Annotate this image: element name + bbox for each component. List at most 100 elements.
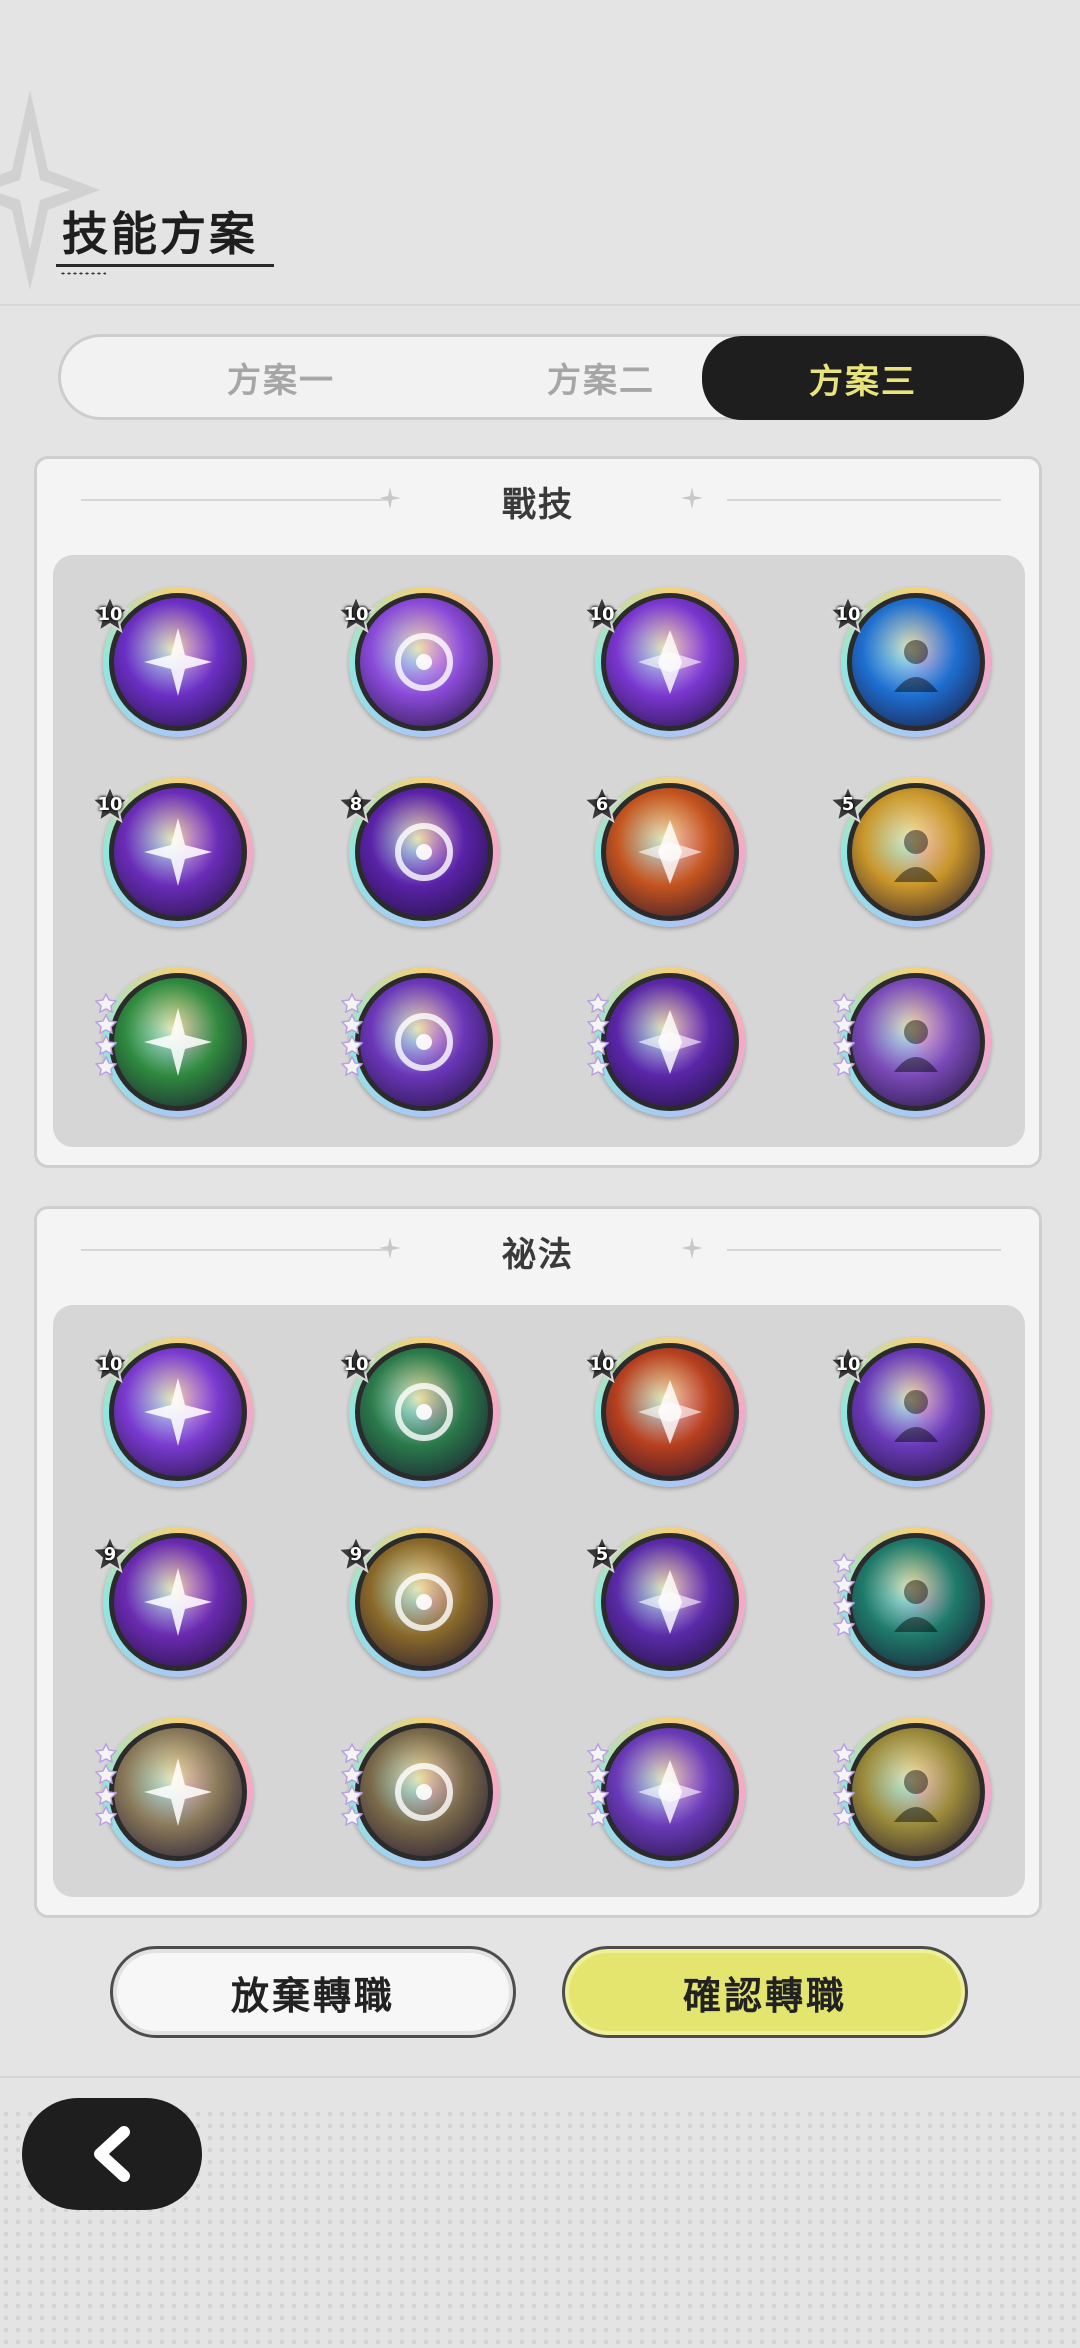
arcane-skill-slot[interactable] [833,1717,991,1867]
skill-level-badge: 10 [91,595,129,633]
star-icon [587,993,609,1013]
arcane-skill-slot[interactable]: 10 [583,1337,745,1487]
star-icon [833,1595,855,1615]
arcane-skill-slot[interactable]: 10 [829,1337,991,1487]
combat-skill-slot[interactable] [833,967,991,1117]
purple-throne-icon [355,593,493,731]
skill-star-rating [95,1743,117,1826]
combat-skill-slot[interactable]: 10 [91,587,253,737]
purple-hooded-heart-icon [109,1343,247,1481]
skill-level-text: 6 [595,793,609,815]
skill-level-text: 9 [103,1543,117,1565]
combat-skills-panel: 戰技 10 10 10 10 10 8 6 5 [34,456,1042,1168]
teal-bound-figure-icon [847,1533,985,1671]
purple-shield-emblem-icon [355,783,493,921]
skill-glyph [144,628,212,696]
combat-skill-slot[interactable] [341,967,499,1117]
skill-level-badge: 10 [337,1345,375,1383]
tab-plan-1[interactable]: 方案一 [121,337,441,417]
arcane-skill-slot[interactable] [587,1717,745,1867]
purple-eye-icon [601,973,739,1111]
divider [727,1249,1001,1251]
skill-level-text: 9 [349,1543,363,1565]
star-icon [833,1056,855,1076]
skill-star-rating [95,993,117,1076]
arcane-skill-slot[interactable] [341,1717,499,1867]
golden-feather-icon [847,1723,985,1861]
skill-glyph [395,633,453,691]
purple-figure-arrows-icon [847,1343,985,1481]
star-icon [587,1014,609,1034]
arcane-skill-slot[interactable]: 9 [91,1527,253,1677]
arcane-skill-slot[interactable] [95,1717,253,1867]
combat-skill-grid: 10 10 10 10 10 8 6 5 [53,555,1025,1147]
skill-level-text: 5 [595,1543,609,1565]
combat-skill-slot[interactable]: 5 [829,777,991,927]
combat-skill-slot[interactable] [587,967,745,1117]
combat-skill-slot[interactable]: 10 [337,587,499,737]
beige-cone-icon [355,1723,493,1861]
skill-glyph [395,1013,453,1071]
skill-level-text: 10 [589,603,615,625]
star-icon [95,993,117,1013]
arcane-skill-slot[interactable]: 5 [583,1527,745,1677]
skill-glyph [894,1390,938,1442]
star-icon [587,1785,609,1805]
combat-skill-slot[interactable]: 8 [337,777,499,927]
arcane-skill-slot[interactable] [833,1527,991,1677]
star-icon [833,1743,855,1763]
skill-glyph [894,830,938,882]
skill-glyph [395,1573,453,1631]
skill-level-badge: 10 [829,1345,867,1383]
back-button[interactable] [22,2098,202,2210]
skill-level-badge: 5 [829,785,867,823]
page-title: 技能方案 [62,207,258,261]
abandon-job-change-button[interactable]: 放棄轉職 [110,1946,516,2038]
orange-totem-icon [601,783,739,921]
star-icon [341,1806,363,1826]
title-dots [60,272,106,275]
star-icon [95,1764,117,1784]
purple-star-burst-icon [109,593,247,731]
title-underline [56,264,274,267]
star-icon [833,1553,855,1573]
skill-level-badge: 9 [91,1535,129,1573]
skill-glyph [395,1383,453,1441]
skill-glyph [144,1008,212,1076]
skill-glyph [144,818,212,886]
combat-skill-slot[interactable]: 6 [583,777,745,927]
star-icon [587,1056,609,1076]
confirm-job-change-button[interactable]: 確認轉職 [562,1946,968,2038]
skill-level-text: 10 [835,1353,861,1375]
skill-glyph [894,1020,938,1072]
star-icon [341,1035,363,1055]
skill-level-badge: 10 [829,595,867,633]
star-icon [341,1785,363,1805]
purple-hand-icon [109,783,247,921]
plan-tabs: 方案一 方案二 方案三 [58,334,1024,420]
skill-star-rating [587,1743,609,1826]
star-icon [587,1764,609,1784]
combat-skill-slot[interactable] [95,967,253,1117]
arcane-skill-slot[interactable]: 10 [337,1337,499,1487]
star-icon [833,993,855,1013]
star-icon [341,1056,363,1076]
combat-skill-slot[interactable]: 10 [91,777,253,927]
star-icon [833,1785,855,1805]
arcane-skill-grid: 10 10 10 10 9 9 5 [53,1305,1025,1897]
star-icon [587,1806,609,1826]
star-icon [95,1035,117,1055]
tab-plan-3[interactable]: 方案三 [702,336,1024,420]
arcane-skills-panel: 祕法 10 10 10 10 9 9 5 [34,1206,1042,1918]
arcane-skill-slot[interactable]: 10 [91,1337,253,1487]
combat-skill-slot[interactable]: 10 [829,587,991,737]
header-divider [0,304,1080,306]
skill-level-text: 10 [343,1353,369,1375]
header: 技能方案 [0,0,1080,300]
purple-flex-arm-icon [601,1533,739,1671]
skill-level-badge: 10 [583,595,621,633]
skill-level-text: 10 [343,603,369,625]
star-icon [833,1014,855,1034]
arcane-skill-slot[interactable]: 9 [337,1527,499,1677]
combat-skill-slot[interactable]: 10 [583,587,745,737]
